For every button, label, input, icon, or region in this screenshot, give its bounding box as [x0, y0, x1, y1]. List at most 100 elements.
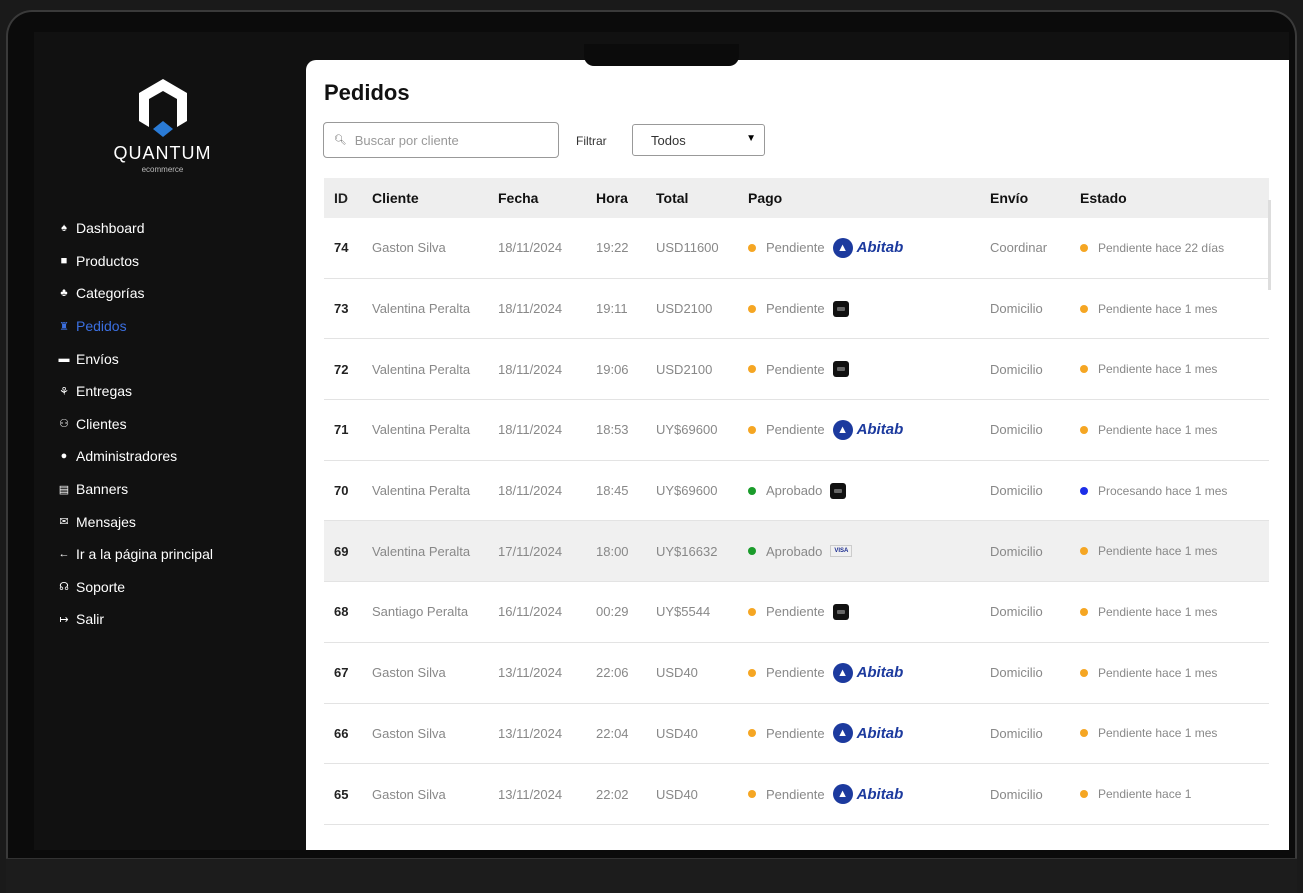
order-hora: 22:06: [596, 665, 629, 681]
sidebar-item-dashboard[interactable]: ♠ Dashboard: [56, 212, 213, 245]
sidebar-item-productos[interactable]: ■ Productos: [56, 245, 213, 278]
main-panel: Pedidos 🔍︎ Buscar por cliente Filtrar To…: [306, 60, 1289, 850]
sidebar-item-label: Mensajes: [76, 513, 136, 530]
sidebar-item-label: Pedidos: [76, 318, 127, 335]
search-icon: 🔍︎: [334, 134, 347, 146]
order-cliente: Valentina Peralta: [372, 361, 471, 377]
payment-status-text: Pendiente: [766, 361, 825, 377]
order-envio: Domicilio: [990, 301, 1043, 317]
order-hora: 22:04: [596, 725, 629, 741]
laptop-base: [6, 858, 1297, 893]
redpagos-logo-icon: [830, 482, 847, 499]
order-pago: Pendiente ▲ Abitab: [738, 662, 980, 683]
table-row[interactable]: 67 Gaston Silva 13/11/2024 22:06 USD40 Pendie…: [324, 643, 1269, 704]
table-row[interactable]: 70 Valentina Peralta 18/11/2024 18:45 UY$696…: [324, 461, 1269, 522]
order-hora: 18:00: [596, 543, 629, 559]
order-status-dot: [1080, 547, 1088, 556]
order-envio: Domicilio: [990, 543, 1043, 559]
order-status-dot: [1080, 486, 1088, 495]
header-cliente: Cliente: [372, 190, 419, 206]
sidebar-item-mensajes[interactable]: ✉ Mensajes: [56, 505, 213, 538]
envelope-icon: ✉: [59, 516, 69, 529]
sidebar-nav: ♠ Dashboard ■ Productos ♣ Categorías ♜ Pedidos ▬…: [56, 212, 213, 636]
payment-status-dot: [748, 425, 756, 434]
sidebar-item-administradores[interactable]: ● Administradores: [56, 440, 213, 473]
order-estado: Pendiente hace 1 mes: [1070, 544, 1269, 558]
order-envio: Domicilio: [990, 483, 1043, 499]
order-estado: Pendiente hace 1 mes: [1070, 423, 1269, 437]
order-status-dot: [1080, 729, 1088, 738]
filter-select[interactable]: Todos ▼: [632, 124, 765, 156]
order-hora: 19:22: [596, 240, 629, 256]
order-estado: Pendiente hace 1 mes: [1070, 362, 1269, 376]
sidebar-item-envíos[interactable]: ▬ Envíos: [56, 342, 213, 375]
order-fecha: 13/11/2024: [498, 725, 563, 741]
payment-status-text: Pendiente: [766, 786, 825, 802]
sidebar-item-salir[interactable]: ↦ Salir: [56, 603, 213, 636]
header-envio: Envío: [990, 190, 1029, 206]
abitab-logo-text: Abitab: [856, 239, 904, 257]
order-estado: Pendiente hace 22 días: [1070, 241, 1269, 255]
table-row[interactable]: 72 Valentina Peralta 18/11/2024 19:06 USD210…: [324, 339, 1269, 401]
abitab-badge-icon: ▲: [832, 784, 853, 805]
sidebar-item-clientes[interactable]: ⚇ Clientes: [56, 408, 213, 441]
order-status-text: Pendiente hace 1 mes: [1098, 726, 1218, 741]
order-pago: Pendiente ▲ Abitab: [738, 723, 980, 744]
order-id: 70: [334, 483, 349, 499]
user-shield-icon: ●: [60, 450, 68, 463]
table-row[interactable]: 69 Valentina Peralta 17/11/2024 18:00 UY$166…: [324, 521, 1269, 583]
filter-selected-value: Todos: [651, 132, 686, 148]
payment-status-dot: [748, 304, 756, 313]
order-total: USD2100: [656, 301, 713, 317]
order-id: 69: [334, 543, 349, 559]
abitab-logo-text: Abitab: [856, 785, 904, 803]
abitab-logo-text: Abitab: [856, 421, 904, 439]
abitab-badge-icon: ▲: [832, 723, 853, 744]
payment-status-text: Aprobado: [766, 483, 823, 499]
table-row[interactable]: 68 Santiago Peralta 16/11/2024 00:29 UY$5544…: [324, 582, 1269, 643]
sidebar-item-pedidos[interactable]: ♜ Pedidos: [56, 310, 213, 343]
payment-status-dot: [748, 668, 756, 677]
table-row[interactable]: 73 Valentina Peralta 18/11/2024 19:11 USD210…: [324, 279, 1269, 340]
table-scrollbar[interactable]: [1268, 200, 1271, 290]
table-row[interactable]: 65 Gaston Silva 13/11/2024 22:02 USD40 Pendie…: [324, 764, 1269, 825]
order-envio: Domicilio: [990, 665, 1043, 681]
order-hora: 22:02: [596, 786, 629, 802]
header-estado: Estado: [1080, 190, 1127, 206]
home-icon: ♠: [61, 222, 67, 235]
sidebar-item-categorías[interactable]: ♣ Categorías: [56, 277, 213, 310]
order-estado: Pendiente hace 1 mes: [1070, 726, 1269, 740]
order-id: 72: [334, 361, 349, 377]
order-cliente: Valentina Peralta: [372, 483, 471, 499]
order-fecha: 17/11/2024: [498, 543, 563, 559]
table-row[interactable]: 74 Gaston Silva 18/11/2024 19:22 USD11600 Pen…: [324, 218, 1269, 279]
order-hora: 19:06: [596, 361, 629, 377]
table-row[interactable]: 71 Valentina Peralta 18/11/2024 18:53 UY$696…: [324, 400, 1269, 461]
payment-status-dot: [748, 243, 756, 252]
payment-status-text: Aprobado: [766, 543, 823, 559]
search-input[interactable]: 🔍︎ Buscar por cliente: [323, 122, 559, 158]
sidebar-item-entregas[interactable]: ⚘ Entregas: [56, 375, 213, 408]
order-envio: Coordinar: [990, 240, 1048, 256]
payment-status-text: Pendiente: [766, 604, 825, 620]
order-pago: Aprobado VISA: [738, 544, 980, 559]
sidebar-item-soporte[interactable]: ☊ Soporte: [56, 571, 213, 604]
payment-status-dot: [748, 486, 756, 495]
table-row[interactable]: 66 Gaston Silva 13/11/2024 22:04 USD40 Pendie…: [324, 704, 1269, 765]
table-body: 74 Gaston Silva 18/11/2024 19:22 USD11600 Pen…: [324, 218, 1269, 825]
sidebar-item-label: Ir a la página principal: [76, 546, 213, 563]
page-title: Pedidos: [324, 80, 410, 105]
payment-status-dot: [748, 790, 756, 799]
order-status-text: Pendiente hace 1 mes: [1098, 362, 1218, 377]
abitab-logo-icon: ▲ Abitab: [832, 784, 904, 805]
order-total: UY$5544: [656, 604, 711, 620]
visa-logo-icon: VISA: [830, 545, 853, 558]
order-pago: Pendiente: [738, 361, 980, 378]
sidebar-item-ir-a-la-página-principal[interactable]: ← Ir a la página principal: [56, 538, 213, 571]
header-id: ID: [334, 190, 348, 206]
truck-icon: ▬: [58, 352, 70, 365]
arrow-left-icon: ←: [58, 548, 70, 561]
sidebar-item-banners[interactable]: ▤ Banners: [56, 473, 213, 506]
sidebar-item-label: Categorías: [76, 285, 145, 302]
abitab-logo-text: Abitab: [856, 724, 904, 742]
